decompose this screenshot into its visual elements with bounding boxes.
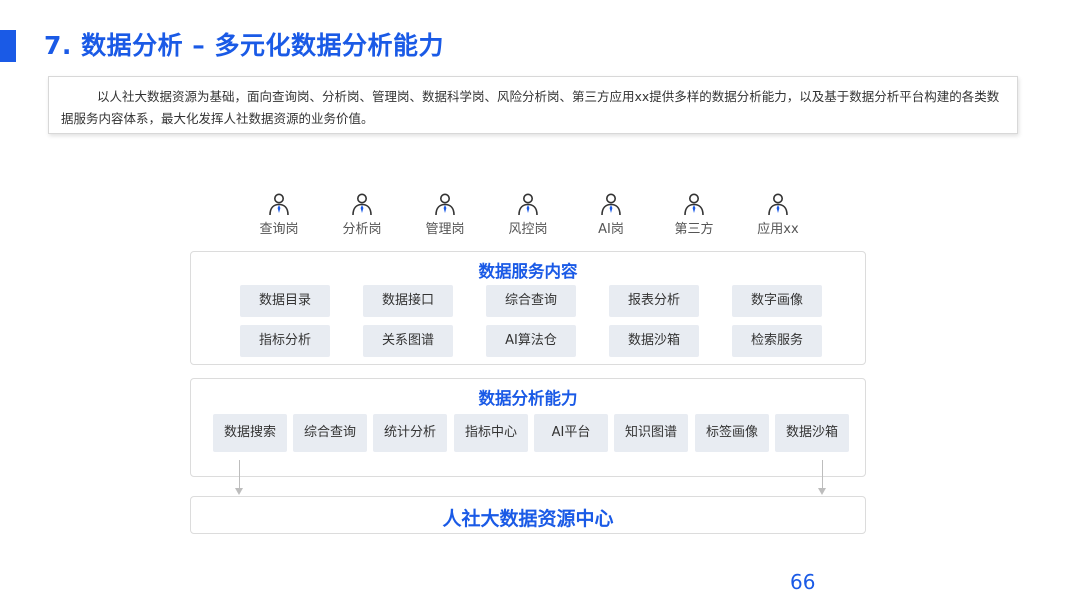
resource-center-title: 人社大数据资源中心: [442, 508, 614, 530]
role-label: 管理岗: [425, 222, 465, 237]
role-management: 管理岗: [410, 192, 480, 237]
arrow-line-left: [239, 460, 240, 488]
ability-chip: 指标中心: [454, 414, 528, 452]
person-icon: [768, 193, 788, 216]
person-icon: [435, 193, 455, 216]
service-content-panel: 数据服务内容 数据目录 数据接口 综合查询 报表分析 数字画像 指标分析 关系图…: [190, 251, 866, 365]
service-chip: 数据接口: [363, 285, 453, 317]
role-risk: 风控岗: [493, 192, 563, 237]
analysis-ability-panel: 数据分析能力 数据搜索 综合查询 统计分析 指标中心 AI平台 知识图谱 标签画…: [190, 378, 866, 477]
role-label: 风控岗: [508, 222, 548, 237]
person-icon: [352, 193, 372, 216]
intro-text: 以人社大数据资源为基础，面向查询岗、分析岗、管理岗、数据科学岗、风险分析岗、第三…: [48, 76, 1018, 134]
resource-center-panel: 人社大数据资源中心: [190, 496, 866, 534]
service-panel-title: 数据服务内容: [478, 262, 578, 281]
service-chip: 综合查询: [486, 285, 576, 317]
service-chip: 关系图谱: [363, 325, 453, 357]
ability-chip: 数据搜索: [213, 414, 287, 452]
ability-chip: AI平台: [534, 414, 608, 452]
role-query: 查询岗: [244, 192, 314, 237]
role-label: 查询岗: [259, 222, 299, 237]
role-ai: AI岗: [576, 192, 646, 237]
service-chip: AI算法仓: [486, 325, 576, 357]
role-row: 查询岗 分析岗 管理岗 风控岗 AI岗 第三方 应用xx: [238, 192, 838, 240]
service-chip: 检索服务: [732, 325, 822, 357]
ability-chip: 综合查询: [293, 414, 367, 452]
person-icon: [269, 193, 289, 216]
person-icon: [518, 193, 538, 216]
service-chip: 数据目录: [240, 285, 330, 317]
service-chip: 报表分析: [609, 285, 699, 317]
ability-panel-title: 数据分析能力: [478, 389, 578, 408]
role-analysis: 分析岗: [327, 192, 397, 237]
arrow-line-right: [822, 460, 823, 488]
person-icon: [601, 193, 621, 216]
role-label: 第三方: [674, 222, 714, 237]
role-third-party: 第三方: [659, 192, 729, 237]
service-chip: 数字画像: [732, 285, 822, 317]
service-chip: 数据沙箱: [609, 325, 699, 357]
ability-chip: 标签画像: [695, 414, 769, 452]
page-number: 66: [790, 570, 816, 594]
title-accent-bar: [0, 30, 16, 62]
service-chip: 指标分析: [240, 325, 330, 357]
page-title: 7. 数据分析 – 多元化数据分析能力: [44, 31, 445, 60]
arrow-head-right: [818, 488, 826, 495]
role-label: 应用xx: [757, 222, 799, 237]
role-label: AI岗: [598, 222, 624, 237]
person-icon: [684, 193, 704, 216]
ability-chip: 知识图谱: [614, 414, 688, 452]
ability-chip: 统计分析: [373, 414, 447, 452]
arrow-head-left: [235, 488, 243, 495]
ability-chip: 数据沙箱: [775, 414, 849, 452]
role-label: 分析岗: [342, 222, 382, 237]
role-application: 应用xx: [743, 192, 813, 237]
